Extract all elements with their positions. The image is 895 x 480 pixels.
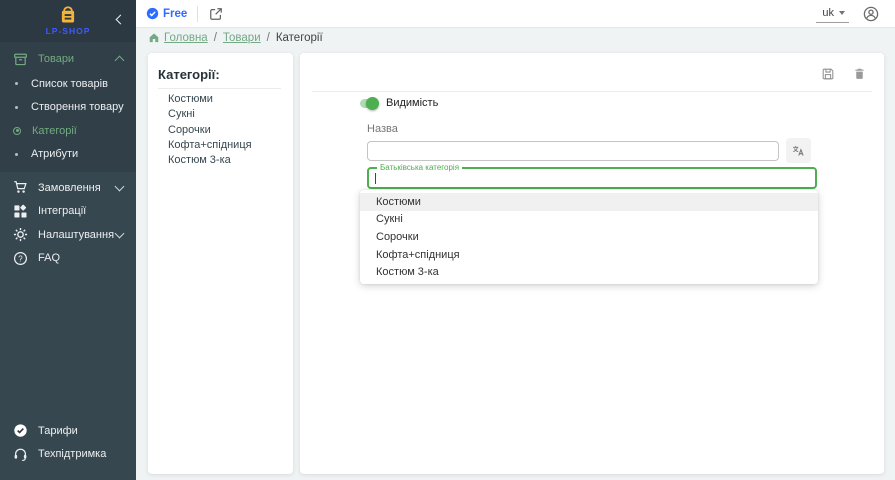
language-value: uk [822, 7, 834, 19]
plan-label: Free [163, 8, 187, 20]
verified-check-icon [146, 7, 159, 20]
translate-icon[interactable] [786, 138, 811, 163]
sidebar-collapse-button[interactable] [117, 10, 124, 28]
breadcrumb: Головна / Товари / Категорії [148, 32, 323, 44]
caret-down-icon [839, 11, 845, 15]
sidebar-item-integrations[interactable]: Інтеграції [0, 200, 136, 224]
cart-icon [13, 180, 28, 195]
parent-category-dropdown: КостюмиСукніСорочкиКофта+спідницяКостюм … [360, 190, 818, 284]
divider [312, 91, 872, 92]
logo[interactable]: LP-SHOP [0, 0, 136, 42]
dropdown-option[interactable]: Костюм 3-ка [360, 263, 818, 281]
breadcrumb-separator: / [267, 32, 270, 44]
sidebar-item-label: Техпідтримка [38, 448, 123, 460]
categories-panel: Категорії: КостюмиСукніСорочкиКофта+спід… [148, 53, 293, 474]
category-list-item[interactable]: Костюми [148, 92, 293, 107]
sidebar-item-label: Замовлення [38, 182, 116, 194]
sidebar-item-label: FAQ [38, 252, 123, 264]
bullet-icon [15, 153, 18, 156]
sidebar-subitem[interactable]: Атрибути [0, 143, 136, 167]
home-icon [148, 32, 160, 44]
sidebar-subitem[interactable]: Список товарів [0, 72, 136, 96]
sidebar-subitem-label: Створення товару [31, 101, 124, 113]
gear-icon [13, 227, 28, 242]
headset-icon [13, 447, 28, 462]
text-caret [375, 173, 376, 184]
breadcrumb-home-link[interactable]: Головна [148, 32, 208, 44]
sidebar-subitem[interactable]: Створення товару [0, 96, 136, 120]
sidebar-subitem-label: Список товарів [31, 78, 108, 90]
dropdown-option[interactable]: Сорочки [360, 228, 818, 246]
sidebar-item-faq[interactable]: ? FAQ [0, 247, 136, 271]
category-list-item[interactable]: Сорочки [148, 123, 293, 138]
visibility-toggle-row[interactable]: Видимість [360, 97, 438, 109]
dropdown-option[interactable]: Кофта+спідниця [360, 246, 818, 264]
breadcrumb-current: Категорії [276, 32, 323, 44]
breadcrumb-separator: / [214, 32, 217, 44]
products-submenu: Список товарів Створення товару Категорі… [0, 72, 136, 166]
plan-badge[interactable]: Free [146, 7, 187, 20]
language-select[interactable]: uk [816, 5, 849, 23]
dropdown-option[interactable]: Костюми [360, 193, 818, 211]
inventory-icon [13, 52, 28, 67]
open-in-new-icon[interactable] [207, 5, 225, 23]
check-circle-icon [13, 423, 28, 438]
name-field-label: Назва [367, 123, 398, 135]
main-content: Головна / Товари / Категорії Категорії: … [136, 28, 895, 480]
sidebar-products-group: Товари Список товарів Створення товару К… [0, 42, 136, 172]
sidebar-item-support[interactable]: Техпідтримка [0, 443, 136, 467]
sidebar-subitem[interactable]: Категорії [0, 119, 136, 143]
parent-category-field: Батьківська категорія [367, 167, 817, 189]
svg-text:?: ? [18, 254, 23, 263]
account-button[interactable] [863, 6, 879, 22]
chevron-up-icon [115, 56, 125, 66]
sidebar-subitem-label: Категорії [32, 125, 77, 137]
sidebar-item-label: Налаштування [38, 229, 116, 241]
divider [158, 88, 281, 89]
help-icon: ? [13, 251, 28, 266]
sidebar-subitem-label: Атрибути [31, 148, 78, 160]
delete-icon[interactable] [850, 65, 868, 83]
category-list-item[interactable]: Кофта+спідниця [148, 138, 293, 153]
category-editor-panel: Видимість Назва Батьківська категорія Ко… [300, 53, 884, 474]
shopping-bag-logo-icon [58, 6, 78, 24]
parent-category-input[interactable] [369, 169, 815, 187]
sidebar-item-tariffs[interactable]: Тарифи [0, 419, 136, 443]
sidebar-item-label: Товари [38, 53, 116, 65]
account-circle-icon [863, 6, 879, 22]
bullet-icon [13, 127, 21, 135]
sidebar-item-products[interactable]: Товари [0, 46, 136, 72]
editor-toolbar [300, 53, 884, 91]
logo-text: LP-SHOP [46, 26, 91, 36]
widgets-icon [13, 204, 28, 219]
categories-title: Категорії: [158, 67, 283, 82]
breadcrumb-home-label: Головна [164, 32, 208, 44]
bullet-icon [15, 106, 18, 109]
sidebar-item-settings[interactable]: Налаштування [0, 223, 136, 247]
visibility-label: Видимість [386, 97, 438, 109]
categories-list: КостюмиСукніСорочкиКофта+спідницяКостюм … [148, 91, 293, 168]
breadcrumb-products-link[interactable]: Товари [223, 32, 261, 44]
chevron-down-icon [115, 229, 125, 239]
topbar-divider [197, 6, 198, 22]
category-list-item[interactable]: Сукні [148, 107, 293, 122]
sidebar-item-label: Тарифи [38, 425, 123, 437]
visibility-toggle[interactable] [360, 99, 377, 108]
chevron-down-icon [115, 182, 125, 192]
name-input[interactable] [367, 141, 779, 161]
dropdown-option[interactable]: Сукні [360, 211, 818, 229]
sidebar-item-orders[interactable]: Замовлення [0, 176, 136, 200]
save-icon[interactable] [819, 65, 837, 83]
topbar: Free uk [136, 0, 895, 28]
category-list-item[interactable]: Костюм 3-ка [148, 153, 293, 168]
bullet-icon [15, 82, 18, 85]
sidebar-item-label: Інтеграції [38, 205, 123, 217]
sidebar-bottom: Тарифи Техпідтримка [0, 419, 136, 466]
sidebar: LP-SHOP Товари Список товарів [0, 0, 136, 480]
